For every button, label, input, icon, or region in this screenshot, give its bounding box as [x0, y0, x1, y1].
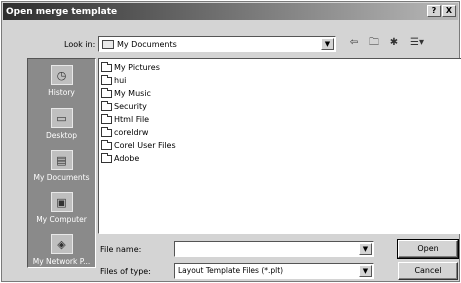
place-my-computer[interactable]: ▣ My Computer	[28, 192, 95, 224]
list-item[interactable]: My Pictures	[101, 61, 160, 72]
folder-icon	[101, 152, 112, 163]
my-documents-icon: ▤	[50, 150, 73, 170]
list-item[interactable]: My Music	[101, 87, 151, 98]
file-type-value: Layout Template Files (*.plt)	[178, 266, 284, 275]
folder-icon	[101, 61, 112, 72]
toolbar: ⇦ 🗀 ✱ ☰▾	[347, 36, 427, 50]
folder-icon	[101, 139, 112, 150]
place-network[interactable]: ◈ My Network P...	[28, 234, 95, 266]
look-in-label: Look in:	[64, 40, 96, 49]
up-folder-icon[interactable]: 🗀	[367, 36, 381, 50]
place-label: My Computer	[36, 215, 87, 224]
help-button[interactable]: ?	[427, 5, 441, 17]
look-in-combo[interactable]: My Documents ▼	[98, 36, 336, 52]
network-icon: ◈	[50, 234, 73, 254]
file-list[interactable]: My Pictures hui My Music Security Html F…	[98, 58, 461, 234]
folder-icon	[101, 87, 112, 98]
my-documents-small-icon	[102, 39, 114, 49]
file-label: hui	[114, 76, 127, 85]
list-item[interactable]: Adobe	[101, 152, 140, 163]
file-label: Security	[114, 102, 147, 111]
file-name-label: File name:	[100, 245, 142, 254]
history-icon: ◷	[50, 65, 73, 85]
place-label: Desktop	[46, 131, 77, 140]
place-history[interactable]: ◷ History	[28, 65, 95, 97]
list-item[interactable]: Security	[101, 100, 147, 111]
back-icon[interactable]: ⇦	[347, 36, 361, 50]
place-label: My Network P...	[32, 257, 91, 266]
list-item[interactable]: coreldrw	[101, 126, 149, 137]
my-computer-icon: ▣	[50, 192, 73, 212]
chevron-down-icon[interactable]: ▼	[359, 243, 372, 255]
list-item[interactable]: Html File	[101, 113, 150, 124]
file-label: Html File	[114, 115, 150, 124]
desktop-icon: ▭	[50, 108, 73, 128]
chevron-down-icon[interactable]: ▼	[321, 38, 334, 50]
chevron-down-icon[interactable]: ▼	[359, 265, 372, 277]
views-menu-icon[interactable]: ☰▾	[407, 36, 427, 50]
file-label: My Music	[114, 89, 151, 98]
folder-icon	[101, 113, 112, 124]
places-bar: ◷ History ▭ Desktop ▤ My Documents ▣ My …	[27, 58, 96, 268]
file-type-select[interactable]: Layout Template Files (*.plt) ▼	[174, 263, 374, 279]
close-button[interactable]: X	[442, 5, 456, 17]
file-label: Adobe	[114, 154, 140, 163]
look-in-value: My Documents	[117, 39, 177, 49]
place-my-documents[interactable]: ▤ My Documents	[28, 150, 95, 182]
open-dialog: Open merge template ? X Look in: My Docu…	[1, 1, 461, 282]
file-label: My Pictures	[114, 63, 160, 72]
cancel-button[interactable]: Cancel	[398, 262, 458, 280]
place-desktop[interactable]: ▭ Desktop	[28, 108, 95, 140]
place-label: My Documents	[33, 173, 90, 182]
file-label: Corel User Files	[114, 141, 176, 150]
title-buttons: ? X	[427, 5, 456, 17]
file-label: coreldrw	[114, 128, 149, 137]
file-type-label: Files of type:	[100, 267, 151, 276]
list-item[interactable]: hui	[101, 74, 127, 85]
dialog-title: Open merge template	[6, 6, 118, 17]
file-name-input[interactable]	[178, 242, 373, 256]
open-button[interactable]: Open	[397, 239, 459, 259]
folder-icon	[101, 100, 112, 111]
list-item[interactable]: Corel User Files	[101, 139, 176, 150]
title-bar: Open merge template ? X	[3, 3, 458, 20]
folder-icon	[101, 126, 112, 137]
file-name-field[interactable]: ▼	[174, 241, 374, 257]
new-folder-icon[interactable]: ✱	[387, 36, 401, 50]
place-label: History	[48, 88, 75, 97]
folder-icon	[101, 74, 112, 85]
